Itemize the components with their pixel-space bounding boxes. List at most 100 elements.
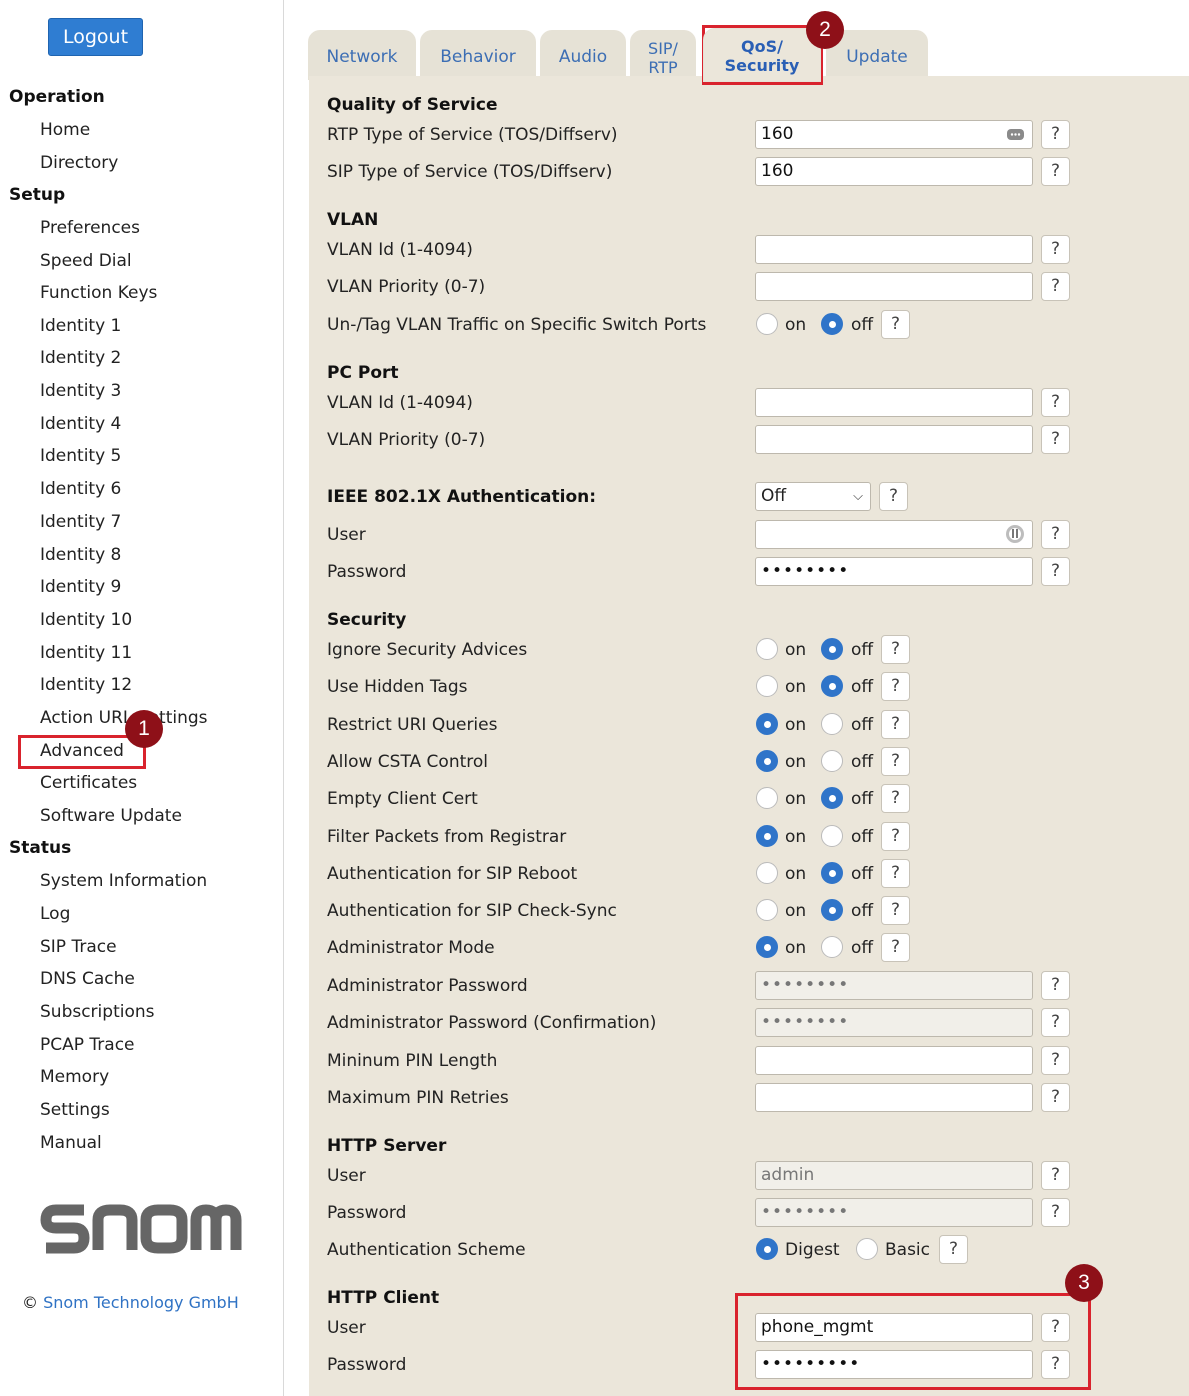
toggle-on-radio[interactable] <box>756 899 778 921</box>
tab-sip-rtp[interactable]: SIP/RTP <box>630 30 696 80</box>
help-button[interactable]: ? <box>1041 1161 1070 1190</box>
vlan-id-input[interactable] <box>755 235 1033 264</box>
sidebar-item-subscriptions[interactable]: Subscriptions <box>40 1002 154 1022</box>
autofill-icon[interactable] <box>1006 127 1025 142</box>
sidebar-item-directory[interactable]: Directory <box>40 153 118 173</box>
sip-tos-input[interactable]: 160 <box>755 157 1033 186</box>
toggle-on-radio[interactable] <box>756 936 778 958</box>
sidebar-item-identity-2[interactable]: Identity 2 <box>40 348 121 368</box>
sidebar-item-identity-5[interactable]: Identity 5 <box>40 446 121 466</box>
help-button[interactable]: ? <box>881 747 910 776</box>
toggle-off-radio[interactable] <box>821 825 843 847</box>
help-button[interactable]: ? <box>1041 1198 1070 1227</box>
toggle-on-radio[interactable] <box>756 862 778 884</box>
logout-button[interactable]: Logout <box>48 18 143 56</box>
toggle-off-radio[interactable] <box>821 638 843 660</box>
sidebar-item-identity-8[interactable]: Identity 8 <box>40 545 121 565</box>
sidebar-item-identity-3[interactable]: Identity 3 <box>40 381 121 401</box>
tab-audio[interactable]: Audio <box>540 30 626 80</box>
help-button[interactable]: ? <box>1041 235 1070 264</box>
sidebar-item-memory[interactable]: Memory <box>40 1067 109 1087</box>
help-button[interactable]: ? <box>881 784 910 813</box>
max-pin-retries-input[interactable] <box>755 1083 1033 1112</box>
ieee-password-input[interactable]: •••••••• <box>755 557 1033 586</box>
toggle-off-radio[interactable] <box>821 713 843 735</box>
http-server-password-input[interactable]: •••••••• <box>755 1198 1033 1227</box>
toggle-off-radio[interactable] <box>821 750 843 772</box>
help-button[interactable]: ? <box>1041 120 1070 149</box>
auth-scheme-basic-radio[interactable] <box>856 1238 878 1260</box>
help-button[interactable]: ? <box>881 859 910 888</box>
help-button[interactable]: ? <box>1041 157 1070 186</box>
sidebar-item-identity-10[interactable]: Identity 10 <box>40 610 132 630</box>
rtp-tos-input[interactable]: 160 <box>755 120 1033 149</box>
help-button[interactable]: ? <box>881 310 910 339</box>
sidebar-item-certificates[interactable]: Certificates <box>40 773 137 793</box>
tab-behavior[interactable]: Behavior <box>420 30 536 80</box>
help-button[interactable]: ? <box>879 482 908 511</box>
help-button[interactable]: ? <box>881 822 910 851</box>
help-button[interactable]: ? <box>1041 557 1070 586</box>
toggle-off-radio[interactable] <box>821 675 843 697</box>
sidebar-item-software-update[interactable]: Software Update <box>40 806 182 826</box>
help-button[interactable]: ? <box>1041 971 1070 1000</box>
sidebar-item-identity-4[interactable]: Identity 4 <box>40 414 121 434</box>
toggle-on-radio[interactable] <box>756 638 778 660</box>
sidebar-item-action-url-settings[interactable]: Action URL Settings <box>40 708 208 728</box>
toggle-off-radio[interactable] <box>821 787 843 809</box>
vlan-untag-on-radio[interactable] <box>756 313 778 335</box>
help-button[interactable]: ? <box>1041 272 1070 301</box>
toggle-on-radio[interactable] <box>756 825 778 847</box>
sidebar-item-system-information[interactable]: System Information <box>40 871 207 891</box>
ieee-user-input[interactable] <box>755 520 1033 549</box>
help-button[interactable]: ? <box>881 710 910 739</box>
tab-network[interactable]: Network <box>308 30 416 80</box>
sidebar-item-identity-9[interactable]: Identity 9 <box>40 577 121 597</box>
sidebar-item-function-keys[interactable]: Function Keys <box>40 283 157 303</box>
pc-vlan-priority-input[interactable] <box>755 425 1033 454</box>
auth-scheme-digest-radio[interactable] <box>756 1238 778 1260</box>
admin-password-input[interactable]: •••••••• <box>755 971 1033 1000</box>
sidebar-item-identity-6[interactable]: Identity 6 <box>40 479 121 499</box>
tab-qos-security[interactable]: QoS/Security <box>703 28 821 82</box>
http-server-user-input[interactable]: admin <box>755 1161 1033 1190</box>
help-button[interactable]: ? <box>1041 520 1070 549</box>
toggle-off-radio[interactable] <box>821 862 843 884</box>
sidebar-item-home[interactable]: Home <box>40 120 90 140</box>
toggle-on-radio[interactable] <box>756 750 778 772</box>
sidebar-item-identity-1[interactable]: Identity 1 <box>40 316 121 336</box>
help-button[interactable]: ? <box>881 635 910 664</box>
sidebar-item-settings[interactable]: Settings <box>40 1100 110 1120</box>
toggle-on-radio[interactable] <box>756 787 778 809</box>
sidebar-item-identity-11[interactable]: Identity 11 <box>40 643 132 663</box>
sidebar-item-identity-12[interactable]: Identity 12 <box>40 675 132 695</box>
password-manager-icon[interactable] <box>1005 524 1025 544</box>
help-button[interactable]: ? <box>1041 425 1070 454</box>
toggle-on-radio[interactable] <box>756 675 778 697</box>
help-button[interactable]: ? <box>1041 388 1070 417</box>
help-button[interactable]: ? <box>1041 1083 1070 1112</box>
sidebar-item-manual[interactable]: Manual <box>40 1133 102 1153</box>
toggle-off-radio[interactable] <box>821 936 843 958</box>
sidebar-item-speed-dial[interactable]: Speed Dial <box>40 251 132 271</box>
sidebar-item-sip-trace[interactable]: SIP Trace <box>40 937 117 957</box>
help-button[interactable]: ? <box>1041 1046 1070 1075</box>
sidebar-item-dns-cache[interactable]: DNS Cache <box>40 969 135 989</box>
sidebar-item-identity-7[interactable]: Identity 7 <box>40 512 121 532</box>
help-button[interactable]: ? <box>881 896 910 925</box>
sidebar-item-pcap-trace[interactable]: PCAP Trace <box>40 1035 135 1055</box>
sidebar-item-log[interactable]: Log <box>40 904 70 924</box>
vlan-untag-off-radio[interactable] <box>821 313 843 335</box>
admin-password-confirm-input[interactable]: •••••••• <box>755 1008 1033 1037</box>
copyright-link[interactable]: Snom Technology GmbH <box>43 1293 239 1312</box>
min-pin-input[interactable] <box>755 1046 1033 1075</box>
sidebar-item-preferences[interactable]: Preferences <box>40 218 140 238</box>
vlan-priority-input[interactable] <box>755 272 1033 301</box>
pc-vlan-id-input[interactable] <box>755 388 1033 417</box>
toggle-on-radio[interactable] <box>756 713 778 735</box>
help-button[interactable]: ? <box>881 933 910 962</box>
help-button[interactable]: ? <box>881 672 910 701</box>
help-button[interactable]: ? <box>1041 1008 1070 1037</box>
toggle-off-radio[interactable] <box>821 899 843 921</box>
help-button[interactable]: ? <box>939 1235 968 1264</box>
